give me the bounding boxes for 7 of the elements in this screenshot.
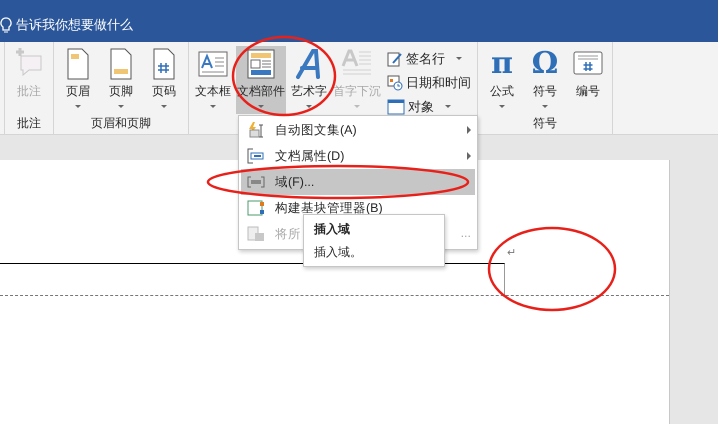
omega-icon: Ω (532, 48, 558, 80)
group-label: 页眉和页脚 (91, 116, 151, 130)
paragraph-mark: ↵ (506, 246, 516, 261)
group-label: 符号 (533, 116, 557, 130)
tooltip: 插入域 插入域。 (303, 214, 445, 267)
group-label: 批注 (17, 116, 41, 130)
pi-icon: π (491, 48, 513, 80)
